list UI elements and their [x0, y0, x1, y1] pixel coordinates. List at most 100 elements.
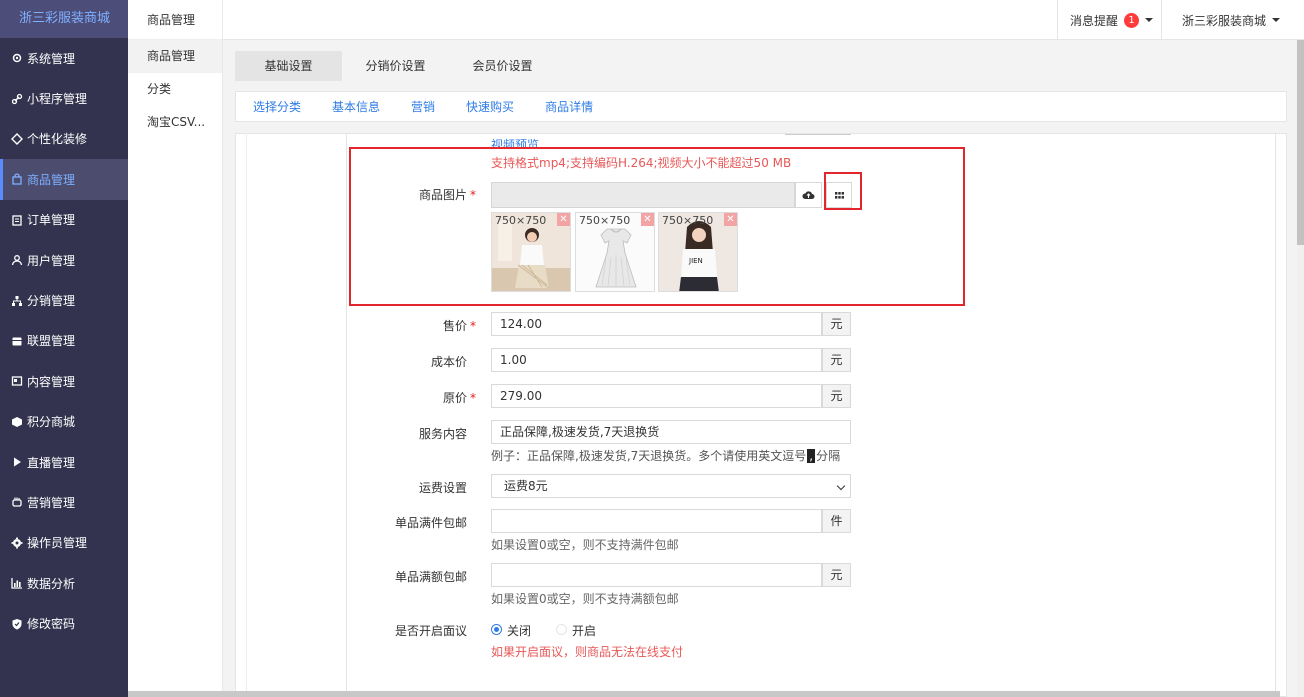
sidebar-item-points-mall[interactable]: 积分商城: [0, 402, 128, 442]
panel-gutter: [246, 133, 346, 697]
cog-icon: [10, 536, 24, 550]
sidebar-item-orders[interactable]: 订单管理: [0, 200, 128, 240]
tab-basic-settings[interactable]: 基础设置: [235, 51, 342, 81]
service-label: 服务内容: [419, 427, 468, 441]
original-price-label-text: 原价: [443, 391, 468, 405]
sidebar-item-label: 系统管理: [27, 51, 76, 66]
top-bar: 消息提醒 1 浙三彩服装商城: [223, 0, 1304, 40]
negotiate-off-radio[interactable]: [491, 624, 502, 635]
original-price-unit: 元: [822, 384, 851, 408]
sidebar-item-miniprogram[interactable]: 小程序管理: [0, 78, 128, 118]
shop-dropdown[interactable]: 浙三彩服装商城: [1161, 0, 1304, 40]
vertical-scrollbar-thumb[interactable]: [1297, 40, 1304, 245]
store-icon: [10, 334, 24, 348]
tab-member-price[interactable]: 会员价设置: [449, 51, 556, 81]
price-label: 售价 *: [443, 317, 476, 334]
free-shipping-pieces-hint: 如果设置0或空，则不支持满件包邮: [491, 538, 679, 552]
sidebar-item-label: 商品管理: [27, 172, 76, 187]
required-mark: *: [470, 319, 477, 333]
brand-title[interactable]: 浙三彩服装商城: [0, 0, 128, 38]
hand-icon: [10, 495, 24, 509]
negotiate-on-radio[interactable]: [556, 624, 567, 635]
free-shipping-amount-unit: 元: [822, 563, 851, 587]
section-nav: 选择分类 基本信息 营销 快速购买 商品详情: [235, 91, 1287, 122]
free-shipping-amount-label: 单品满额包邮: [395, 570, 468, 584]
clipboard-icon: [10, 213, 24, 227]
secondary-menu: 商品管理 商品管理 分类 淘宝CSV...: [128, 0, 223, 697]
sidebar-item-marketing[interactable]: 营销管理: [0, 482, 128, 522]
horizontal-scrollbar[interactable]: [128, 691, 1280, 697]
sidebar-item-alliance[interactable]: 联盟管理: [0, 321, 128, 361]
sidebar-item-label: 积分商城: [27, 415, 76, 430]
diamond-icon: [10, 132, 24, 146]
sidebar-item-label: 分销管理: [27, 294, 76, 309]
required-mark: *: [470, 391, 477, 405]
section-link-basic-info[interactable]: 基本信息: [332, 98, 380, 115]
highlight-box-small: [824, 172, 862, 210]
price-input[interactable]: 124.00: [491, 312, 822, 336]
shipping-select-value: 运费8元: [504, 479, 548, 493]
sidebar-item-system[interactable]: 系统管理: [0, 38, 128, 78]
link-icon: [10, 92, 24, 106]
sidebar-item-users[interactable]: 用户管理: [0, 240, 128, 280]
cost-price-unit: 元: [822, 348, 851, 372]
bar-chart-icon: [10, 576, 24, 590]
sidebar-item-operators[interactable]: 操作员管理: [0, 523, 128, 563]
section-link-marketing[interactable]: 营销: [411, 98, 435, 115]
original-price-label: 原价 *: [443, 389, 476, 406]
gear-icon: [10, 51, 24, 65]
sidebar-item-decoration[interactable]: 个性化装修: [0, 119, 128, 159]
sidebar-item-label: 修改密码: [27, 617, 76, 632]
sidebar-item-products[interactable]: 商品管理: [0, 159, 128, 200]
bag-icon: [10, 172, 24, 186]
section-link-category[interactable]: 选择分类: [253, 98, 301, 115]
sidebar-item-distribution[interactable]: 分销管理: [0, 280, 128, 320]
sidebar-item-label: 个性化装修: [27, 132, 88, 147]
messages-badge: 1: [1124, 12, 1140, 28]
submenu-item-products[interactable]: 商品管理: [128, 40, 222, 73]
video-input-stub: [785, 133, 851, 135]
sidebar-item-change-password[interactable]: 修改密码: [0, 603, 128, 643]
sidebar-item-label: 数据分析: [27, 576, 76, 591]
sidebar: 浙三彩服装商城 系统管理 小程序管理 个性化装修 商品管理 订单管理 用户管理 …: [0, 0, 128, 697]
cube-icon: [10, 415, 24, 429]
cost-price-label: 成本价: [431, 355, 468, 369]
sidebar-item-label: 内容管理: [27, 374, 76, 389]
submenu-item-category[interactable]: 分类: [128, 73, 222, 106]
sidebar-item-analytics[interactable]: 数据分析: [0, 563, 128, 603]
shield-icon: [10, 617, 24, 631]
service-hint: 例子：正品保障,极速发货,7天退换货。多个请使用英文逗号, 分隔: [491, 447, 840, 464]
service-input[interactable]: 正品保障,极速发货,7天退换货: [491, 420, 851, 444]
user-icon: [10, 253, 24, 267]
submenu-item-taobao-csv[interactable]: 淘宝CSV...: [128, 106, 222, 139]
settings-tabs: 基础设置 分销价设置 会员价设置: [235, 51, 556, 81]
cost-price-input[interactable]: 1.00: [491, 348, 822, 372]
messages-label: 消息提醒: [1070, 13, 1119, 28]
shipping-label: 运费设置: [419, 481, 468, 495]
original-price-input[interactable]: 279.00: [491, 384, 822, 408]
sidebar-item-label: 订单管理: [27, 213, 76, 228]
sidebar-item-label: 用户管理: [27, 253, 76, 268]
price-label-text: 售价: [443, 319, 468, 333]
sidebar-item-content[interactable]: 内容管理: [0, 361, 128, 401]
service-hint-suffix: 分隔: [816, 449, 841, 463]
negotiate-off-label[interactable]: 关闭: [507, 622, 531, 639]
free-shipping-pieces-unit: 件: [822, 509, 851, 533]
negotiate-label: 是否开启面议: [395, 624, 468, 638]
messages-dropdown[interactable]: 消息提醒 1: [1057, 0, 1161, 40]
service-hint-text: 例子：正品保障,极速发货,7天退换货。多个请使用英文逗号: [491, 449, 807, 463]
free-shipping-amount-input[interactable]: [491, 563, 822, 587]
comma-chip: ,: [807, 449, 816, 463]
negotiate-on-label[interactable]: 开启: [572, 622, 596, 639]
tab-distribution-price[interactable]: 分销价设置: [342, 51, 449, 81]
sidebar-item-label: 营销管理: [27, 495, 76, 510]
sitemap-icon: [10, 294, 24, 308]
document-icon: [10, 374, 24, 388]
free-shipping-pieces-input[interactable]: [491, 509, 822, 533]
sidebar-item-label: 操作员管理: [27, 536, 88, 551]
section-link-product-detail[interactable]: 商品详情: [545, 98, 593, 115]
shipping-select[interactable]: 运费8元: [491, 474, 851, 498]
sidebar-item-label: 直播管理: [27, 455, 76, 470]
section-link-quick-buy[interactable]: 快速购买: [466, 98, 514, 115]
sidebar-item-live[interactable]: 直播管理: [0, 442, 128, 482]
